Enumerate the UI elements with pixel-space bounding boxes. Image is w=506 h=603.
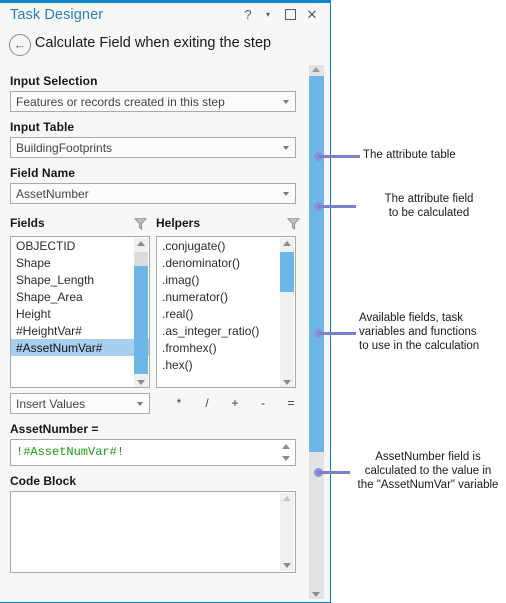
list-item[interactable]: .denominator() <box>157 254 295 271</box>
input-table-label: Input Table <box>10 120 75 134</box>
annotation-available-fields: Available fields, task variables and func… <box>359 312 480 352</box>
helpers-filter-icon[interactable] <box>287 217 300 230</box>
task-designer-panel: Task Designer ? ▾ ✕ ← Calculate Field wh… <box>0 0 331 603</box>
input-table-dropdown[interactable]: BuildingFootprints <box>10 137 296 158</box>
operator-multiply-button[interactable]: * <box>172 396 186 410</box>
helpers-list-header: Helpers <box>156 216 201 230</box>
list-item[interactable]: #HeightVar# <box>11 322 149 339</box>
field-name-label: Field Name <box>10 166 76 180</box>
operator-plus-button[interactable]: + <box>228 396 242 410</box>
chevron-down-icon <box>283 192 289 196</box>
maximize-icon <box>284 9 296 21</box>
field-name-value: AssetNumber <box>16 187 89 201</box>
callout-leader-line <box>318 155 360 158</box>
fields-item-container: OBJECTID Shape Shape_Length Shape_Area Heigh… <box>11 237 149 356</box>
input-selection-value: Features or records created in this step <box>16 95 225 109</box>
list-item[interactable]: .as_integer_ratio() <box>157 322 295 339</box>
expression-spinner[interactable] <box>279 441 294 464</box>
page-title: Calculate Field when exiting the step <box>34 35 272 51</box>
expression-label: AssetNumber = <box>10 422 99 436</box>
input-selection-label: Input Selection <box>10 74 98 88</box>
lists-region: OBJECTID Shape Shape_Length Shape_Area Heigh… <box>10 236 296 388</box>
list-item[interactable]: Shape_Length <box>11 271 149 288</box>
list-item[interactable]: .hex() <box>157 356 295 373</box>
fields-list-header: Fields <box>10 216 45 230</box>
input-selection-dropdown[interactable]: Features or records created in this step <box>10 91 296 112</box>
expression-value: !#AssetNumVar#! <box>16 445 125 459</box>
scroll-down-icon[interactable] <box>283 380 291 385</box>
scroll-down-icon[interactable] <box>137 380 145 385</box>
insert-values-row: Insert Values * / + - = <box>10 393 296 418</box>
scroll-up-icon[interactable] <box>312 67 320 72</box>
list-item[interactable]: OBJECTID <box>11 237 149 254</box>
code-block-label: Code Block <box>10 474 77 488</box>
helpers-item-container: .conjugate() .denominator() .imag() .numera… <box>157 237 295 373</box>
insert-values-dropdown[interactable]: Insert Values <box>10 393 150 414</box>
help-button[interactable]: ? <box>240 7 256 23</box>
fields-scroll-track[interactable] <box>134 252 148 266</box>
list-item[interactable]: .real() <box>157 305 295 322</box>
chevron-down-icon[interactable]: ▾ <box>260 7 276 23</box>
scroll-up-icon[interactable] <box>283 241 291 246</box>
input-table-value: BuildingFootprints <box>16 141 113 155</box>
helpers-scroll-track[interactable] <box>280 292 294 374</box>
code-block-textarea[interactable] <box>10 491 296 573</box>
annotation-calculated-value: AssetNumber field is calculated to the va… <box>357 451 499 491</box>
scroll-down-icon[interactable] <box>283 563 291 568</box>
helpers-scrollbar[interactable] <box>280 238 294 387</box>
operator-minus-button[interactable]: - <box>256 396 270 410</box>
fields-scroll-thumb[interactable] <box>134 266 148 374</box>
helpers-listbox[interactable]: .conjugate() .denominator() .imag() .numera… <box>156 236 296 388</box>
form-content: Input Selection Features or records crea… <box>0 65 306 602</box>
code-block-scrollbar[interactable] <box>280 493 294 571</box>
spinner-down-icon[interactable] <box>282 456 290 461</box>
list-item[interactable]: Shape <box>11 254 149 271</box>
annotation-attribute-table: The attribute table <box>363 149 456 161</box>
title-bar: Task Designer ? ▾ ✕ <box>0 3 330 29</box>
helpers-scroll-thumb[interactable] <box>280 252 294 292</box>
close-button[interactable]: ✕ <box>304 7 320 23</box>
callout-leader-line <box>318 332 356 335</box>
list-item[interactable]: .imag() <box>157 271 295 288</box>
list-item[interactable]: .fromhex() <box>157 339 295 356</box>
list-item[interactable]: Height <box>11 305 149 322</box>
fields-listbox[interactable]: OBJECTID Shape Shape_Length Shape_Area Heigh… <box>10 236 150 388</box>
scroll-up-icon[interactable] <box>283 496 291 501</box>
list-item[interactable]: .numerator() <box>157 288 295 305</box>
spinner-up-icon[interactable] <box>282 444 290 449</box>
insert-values-value: Insert Values <box>16 397 86 411</box>
scroll-up-icon[interactable] <box>137 241 145 246</box>
operator-divide-button[interactable]: / <box>200 396 214 410</box>
lists-header-row: Fields Helpers <box>10 214 300 236</box>
fields-scrollbar[interactable] <box>134 238 148 387</box>
callout-leader-line <box>318 205 356 208</box>
annotation-attribute-field: The attribute field to be calculated <box>384 193 474 219</box>
fields-filter-icon[interactable] <box>134 217 147 230</box>
step-header: ← Calculate Field when exiting the step <box>0 29 330 65</box>
panel-scroll-thumb[interactable] <box>309 76 324 452</box>
callout-leader-line <box>318 471 350 474</box>
chevron-down-icon <box>137 402 143 406</box>
window-title: Task Designer <box>10 7 104 23</box>
list-item[interactable]: #AssetNumVar# <box>11 339 149 356</box>
chevron-down-icon <box>283 146 289 150</box>
list-item[interactable]: .conjugate() <box>157 237 295 254</box>
chevron-down-icon <box>283 100 289 104</box>
expression-input[interactable]: !#AssetNumVar#! <box>10 439 296 466</box>
maximize-button[interactable] <box>282 7 298 23</box>
scroll-down-icon[interactable] <box>312 592 320 597</box>
field-name-dropdown[interactable]: AssetNumber <box>10 183 296 204</box>
list-item[interactable]: Shape_Area <box>11 288 149 305</box>
operator-equals-button[interactable]: = <box>284 396 298 410</box>
